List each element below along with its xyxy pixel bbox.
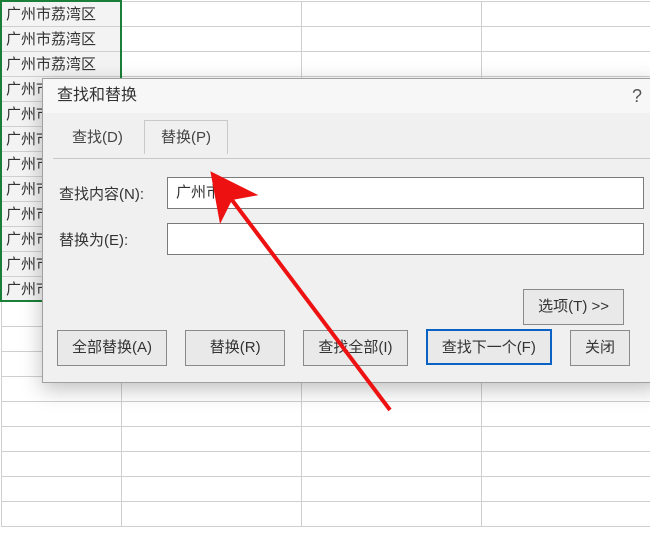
dialog-buttons: 全部替换(A) 替换(R) 查找全部(I) 查找下一个(F) 关闭 [57,329,650,366]
find-all-button[interactable]: 查找全部(I) [303,330,407,366]
replace-input[interactable] [167,223,644,255]
cell[interactable] [121,1,301,26]
find-next-button[interactable]: 查找下一个(F) [426,329,552,365]
cell-text: 广州市荔 [6,56,66,73]
cell[interactable]: 广州市荔湾区 [1,51,121,76]
tab-bar: 查找(D) 替换(P) [43,113,650,159]
cell-text: 广州市荔 [6,31,66,48]
cell-text: 广州市荔 [6,6,66,23]
help-button[interactable]: ? [632,79,642,113]
close-button[interactable]: 关闭 [570,330,630,366]
dialog-body: 查找内容(N): 广州市 替换为(E): 选项(T) >> [43,159,650,325]
dialog-title: 查找和替换 [57,87,137,104]
cell[interactable]: 广州市荔湾区 [1,1,121,26]
tab-replace[interactable]: 替换(P) [144,120,228,154]
replace-label: 替换为(E): [59,229,167,250]
cell[interactable]: 广州市荔湾区 [1,26,121,51]
options-button[interactable]: 选项(T) >> [523,289,624,325]
tab-find[interactable]: 查找(D) [55,120,140,154]
find-label: 查找内容(N): [59,183,167,204]
replace-all-button[interactable]: 全部替换(A) [57,330,167,366]
find-replace-dialog: 查找和替换 ? 查找(D) 替换(P) 查找内容(N): 广州市 替换为(E):… [42,78,650,383]
dialog-titlebar[interactable]: 查找和替换 ? [43,79,650,113]
replace-button[interactable]: 替换(R) [185,330,285,366]
find-input[interactable]: 广州市 [167,177,644,209]
